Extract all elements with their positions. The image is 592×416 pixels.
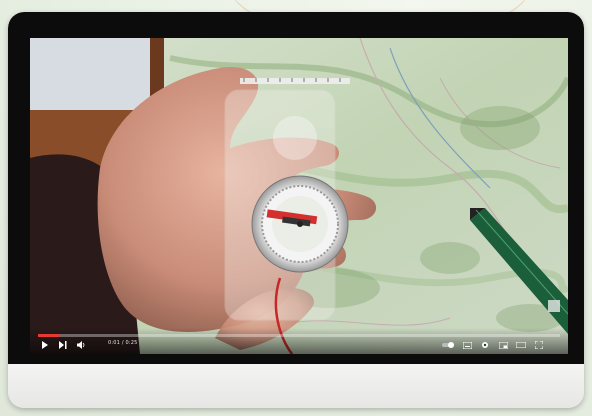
monitor: 0:01 / 0:25 [8, 12, 584, 408]
play-icon [42, 341, 48, 349]
next-icon [59, 341, 67, 349]
channel-watermark [548, 300, 560, 312]
paper-sheet [30, 38, 150, 110]
player-controls: 0:01 / 0:25 [30, 328, 568, 354]
subtitles-button[interactable] [462, 340, 472, 350]
time-display: 0:01 / 0:25 [108, 340, 138, 346]
compass-dial [251, 175, 349, 273]
video-player[interactable]: 0:01 / 0:25 [30, 38, 568, 354]
page-background: 0:01 / 0:25 [0, 0, 592, 416]
volume-button[interactable] [76, 340, 86, 350]
volume-icon [76, 341, 84, 349]
progress-bar[interactable] [38, 334, 560, 337]
next-button[interactable] [58, 340, 68, 350]
gear-icon [482, 342, 488, 348]
autoplay-toggle[interactable] [442, 340, 454, 350]
progress-fill [38, 334, 59, 337]
theater-mode-button[interactable] [516, 340, 526, 350]
settings-button[interactable] [480, 340, 490, 350]
video-frame[interactable] [30, 38, 568, 354]
miniplayer-icon [498, 341, 508, 349]
theater-mode-icon [516, 342, 526, 348]
fullscreen-icon [535, 341, 543, 349]
fullscreen-button[interactable] [534, 340, 544, 350]
play-button[interactable] [40, 340, 50, 350]
subtitles-icon [462, 341, 472, 349]
monitor-chin [8, 364, 584, 408]
miniplayer-button[interactable] [498, 340, 508, 350]
autoplay-toggle-icon [442, 342, 454, 348]
